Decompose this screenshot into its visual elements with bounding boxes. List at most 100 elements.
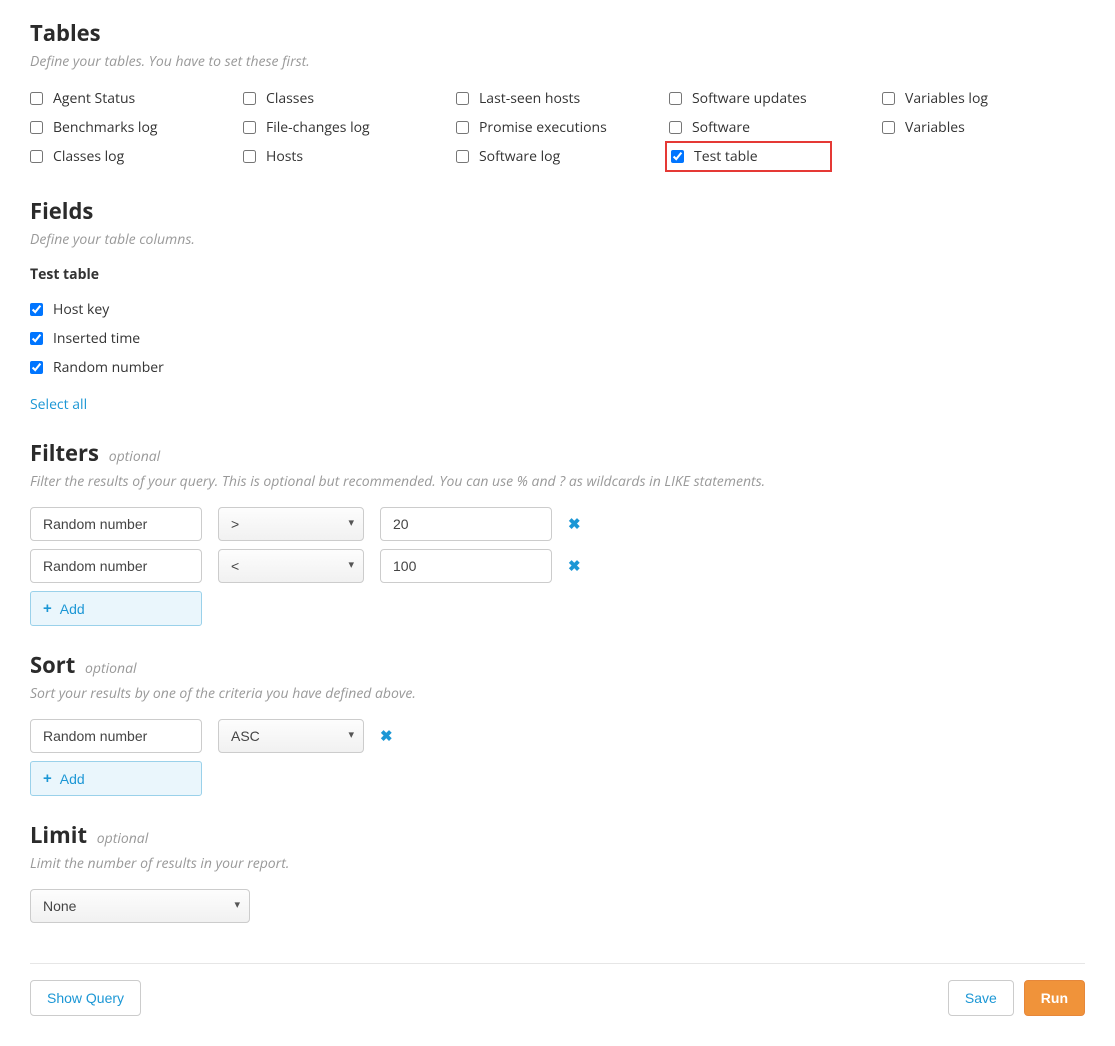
table-checkbox[interactable] (456, 121, 469, 134)
filters-title: Filters optional (30, 438, 1085, 468)
filters-subtitle: Filter the results of your query. This i… (30, 472, 1085, 491)
filter-field-input[interactable] (30, 549, 202, 583)
footer: Show Query Save Run (30, 980, 1085, 1016)
field-checkbox-item[interactable]: Host key (30, 298, 1085, 321)
table-checkbox-item[interactable]: Last-seen hosts (456, 87, 659, 110)
fields-subtitle: Define your table columns. (30, 230, 1085, 249)
select-all-link[interactable]: Select all (30, 395, 87, 414)
remove-filter-icon[interactable]: ✖ (568, 556, 581, 576)
add-sort-button[interactable]: + Add (30, 761, 202, 796)
table-checkbox-item[interactable]: Benchmarks log (30, 116, 233, 139)
filter-value-input[interactable] (380, 549, 552, 583)
remove-sort-icon[interactable]: ✖ (380, 726, 393, 746)
field-label: Inserted time (53, 329, 140, 348)
table-label: Classes (266, 89, 314, 108)
table-checkbox[interactable] (669, 92, 682, 105)
field-label: Host key (53, 300, 109, 319)
tables-subtitle: Define your tables. You have to set thes… (30, 52, 1085, 71)
table-label: Variables (905, 118, 965, 137)
add-filter-label: Add (60, 601, 85, 617)
sort-rows: ASC ✖ (30, 719, 1085, 753)
divider (30, 963, 1085, 964)
table-label: Last-seen hosts (479, 89, 580, 108)
show-query-button[interactable]: Show Query (30, 980, 141, 1016)
filter-operator-select[interactable]: < (218, 549, 364, 583)
table-checkbox-item[interactable]: Promise executions (456, 116, 659, 139)
table-label: Software updates (692, 89, 807, 108)
table-checkbox-item[interactable]: Test table (665, 141, 832, 172)
fields-list: Host key Inserted time Random number (30, 298, 1085, 379)
field-checkbox-item[interactable]: Random number (30, 356, 1085, 379)
add-sort-label: Add (60, 771, 85, 787)
table-checkbox-item[interactable]: Software (669, 116, 872, 139)
filters-rows: >✖<✖ (30, 507, 1085, 583)
footer-right: Save Run (948, 980, 1085, 1016)
table-checkbox-item[interactable]: Variables (882, 116, 1085, 139)
table-label: Agent Status (53, 89, 135, 108)
table-label: Software (692, 118, 750, 137)
table-checkbox[interactable] (456, 150, 469, 163)
table-checkbox-item[interactable]: Software log (456, 145, 659, 168)
table-checkbox[interactable] (243, 150, 256, 163)
add-filter-button[interactable]: + Add (30, 591, 202, 626)
table-label: File-changes log (266, 118, 370, 137)
table-checkbox[interactable] (882, 92, 895, 105)
filter-row: <✖ (30, 549, 1085, 583)
field-checkbox-item[interactable]: Inserted time (30, 327, 1085, 350)
filter-field-input[interactable] (30, 507, 202, 541)
table-checkbox-item[interactable]: Hosts (243, 145, 446, 168)
limit-optional: optional (97, 829, 149, 848)
table-checkbox[interactable] (243, 121, 256, 134)
limit-select[interactable]: None (30, 889, 250, 923)
table-label: Promise executions (479, 118, 607, 137)
sort-field-input[interactable] (30, 719, 202, 753)
field-checkbox[interactable] (30, 303, 43, 316)
table-label: Variables log (905, 89, 988, 108)
table-checkbox-item[interactable]: File-changes log (243, 116, 446, 139)
run-button[interactable]: Run (1024, 980, 1085, 1016)
table-checkbox-item[interactable]: Classes log (30, 145, 233, 168)
table-checkbox[interactable] (671, 150, 684, 163)
table-checkbox-item[interactable]: Variables log (882, 87, 1085, 110)
sort-section: Sort optional Sort your results by one o… (30, 650, 1085, 796)
limit-title-text: Limit (30, 820, 87, 850)
field-label: Random number (53, 358, 164, 377)
table-checkbox[interactable] (456, 92, 469, 105)
table-checkbox[interactable] (30, 150, 43, 163)
remove-filter-icon[interactable]: ✖ (568, 514, 581, 534)
plus-icon: + (43, 770, 52, 787)
table-checkbox-item[interactable]: Classes (243, 87, 446, 110)
table-checkbox[interactable] (243, 92, 256, 105)
filter-row: >✖ (30, 507, 1085, 541)
table-checkbox-item[interactable]: Agent Status (30, 87, 233, 110)
filters-section: Filters optional Filter the results of y… (30, 438, 1085, 626)
table-label: Test table (694, 147, 758, 166)
table-label: Software log (479, 147, 560, 166)
field-checkbox[interactable] (30, 332, 43, 345)
table-label: Benchmarks log (53, 118, 157, 137)
filter-operator-select[interactable]: > (218, 507, 364, 541)
tables-grid: Agent Status Benchmarks log Classes log Cla… (30, 87, 1085, 168)
sort-title: Sort optional (30, 650, 1085, 680)
sort-title-text: Sort (30, 650, 75, 680)
table-checkbox-item[interactable]: Software updates (669, 87, 872, 110)
sort-subtitle: Sort your results by one of the criteria… (30, 684, 1085, 703)
limit-title: Limit optional (30, 820, 1085, 850)
save-button[interactable]: Save (948, 980, 1014, 1016)
table-checkbox[interactable] (30, 92, 43, 105)
filter-value-input[interactable] (380, 507, 552, 541)
fields-group-title: Test table (30, 265, 1085, 284)
field-checkbox[interactable] (30, 361, 43, 374)
filters-title-text: Filters (30, 438, 99, 468)
table-label: Hosts (266, 147, 303, 166)
filters-optional: optional (109, 447, 161, 466)
sort-optional: optional (85, 659, 137, 678)
fields-section: Fields Define your table columns. Test t… (30, 196, 1085, 414)
table-checkbox[interactable] (30, 121, 43, 134)
table-checkbox[interactable] (669, 121, 682, 134)
plus-icon: + (43, 600, 52, 617)
sort-direction-select[interactable]: ASC (218, 719, 364, 753)
tables-title: Tables (30, 18, 1085, 48)
table-checkbox[interactable] (882, 121, 895, 134)
limit-subtitle: Limit the number of results in your repo… (30, 854, 1085, 873)
